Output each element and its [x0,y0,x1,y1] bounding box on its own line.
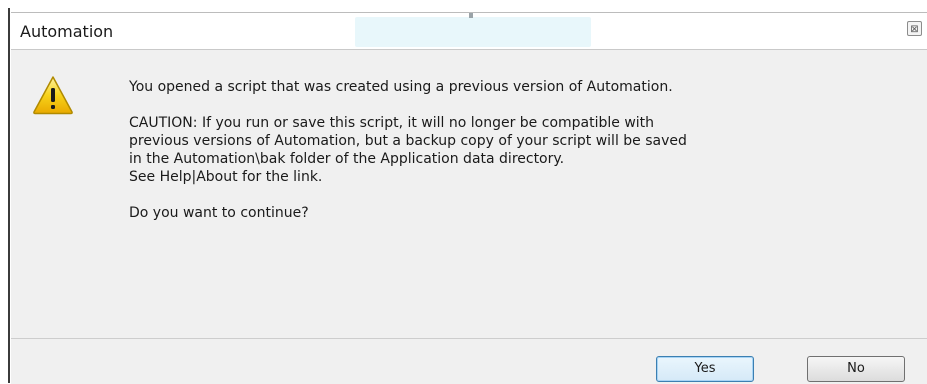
message-primary: You opened a script that was created usi… [129,79,673,95]
automation-dialog: Automation ⊠ You opened a script that wa… [11,12,927,384]
dialog-content: You opened a script that was created usi… [11,49,927,339]
close-icon: ⊠ [910,24,919,35]
caution-line-4: See Help|About for the link. [129,169,323,185]
background-window-glimpse [355,17,591,47]
dialog-titlebar[interactable]: Automation ⊠ [11,12,927,49]
close-button[interactable]: ⊠ [907,21,922,36]
dialog-message: You opened a script that was created usi… [129,78,909,222]
warning-icon [33,76,73,115]
background-window-mark [469,13,473,18]
dialog-button-bar: Yes No [11,338,927,384]
message-question: Do you want to continue? [129,205,309,221]
yes-button[interactable]: Yes [656,356,754,382]
caution-line-3: in the Automation\bak folder of the Appl… [129,151,565,167]
caution-line-1: CAUTION: If you run or save this script,… [129,115,655,131]
window-edge [8,8,10,383]
no-button[interactable]: No [807,356,905,382]
caution-line-2: previous versions of Automation, but a b… [129,133,687,149]
dialog-title: Automation [20,22,114,41]
